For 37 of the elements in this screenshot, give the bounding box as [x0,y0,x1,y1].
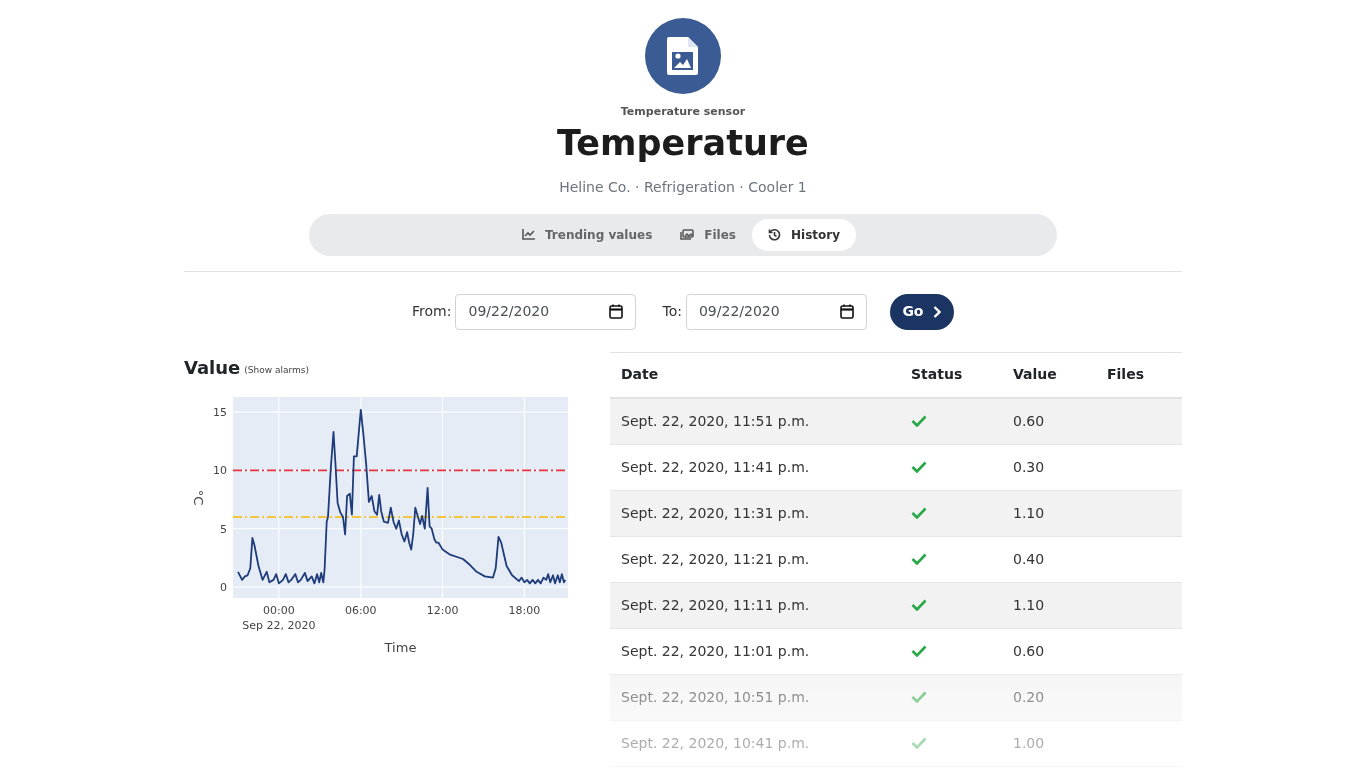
field-label: From: [412,302,452,321]
table-cell-text: Sept. 22, 2020, 11:31 p.m. [620,503,811,523]
column-header: Status [910,365,964,384]
column-header: Files [1106,365,1145,384]
table-cell-text: 0.60 [1012,411,1046,431]
table-cell-text: 1.10 [1012,503,1046,523]
table-cell-text: Sept. 22, 2020, 11:21 p.m. [620,549,811,569]
table-cell-text: 1.10 [1012,595,1046,615]
x-tick-label: 00:00 [263,603,295,617]
y-tick-label: 0 [220,580,227,594]
y-tick-label: 10 [213,463,227,477]
column-header: Value [1012,365,1058,384]
table-cell-text: Sept. 22, 2020, 10:51 p.m. [620,687,811,707]
table-cell-text: Sept. 22, 2020, 11:51 p.m. [620,411,811,431]
y-tick-label: 15 [213,405,227,419]
table-cell-text: Sept. 22, 2020, 11:41 p.m. [620,457,811,477]
table-cell-text: Sept. 22, 2020, 11:11 p.m. [620,595,811,615]
table-cell-text: 0.40 [1012,549,1046,569]
x-axis-title: Time [384,639,417,655]
breadcrumb: Heline Co. · Refrigeration · Cooler 1 [559,177,807,197]
y-axis-title: °C [191,489,206,505]
x-tick-label: 18:00 [508,603,541,617]
x-tick-label: Sep 22, 2020 [242,618,316,632]
chart-title: Value [184,355,241,380]
page-title: Temperature [557,121,809,165]
x-tick-label: 06:00 [344,603,377,617]
x-tick-label: 12:00 [426,603,459,617]
table-cell-text: 1.00 [1012,733,1046,753]
table-cell-text: Sept. 22, 2020, 11:01 p.m. [620,641,811,661]
y-tick-label: 5 [220,522,227,536]
table-cell-text: Sept. 22, 2020, 10:41 p.m. [620,733,811,753]
field-label: To: [662,302,682,321]
subtitle: Temperature sensor [620,104,746,120]
table-cell-text: 0.30 [1012,457,1046,477]
table-cell-text: 0.60 [1012,641,1046,661]
column-header: Date [620,365,660,384]
table-cell-text: 0.20 [1012,687,1046,707]
